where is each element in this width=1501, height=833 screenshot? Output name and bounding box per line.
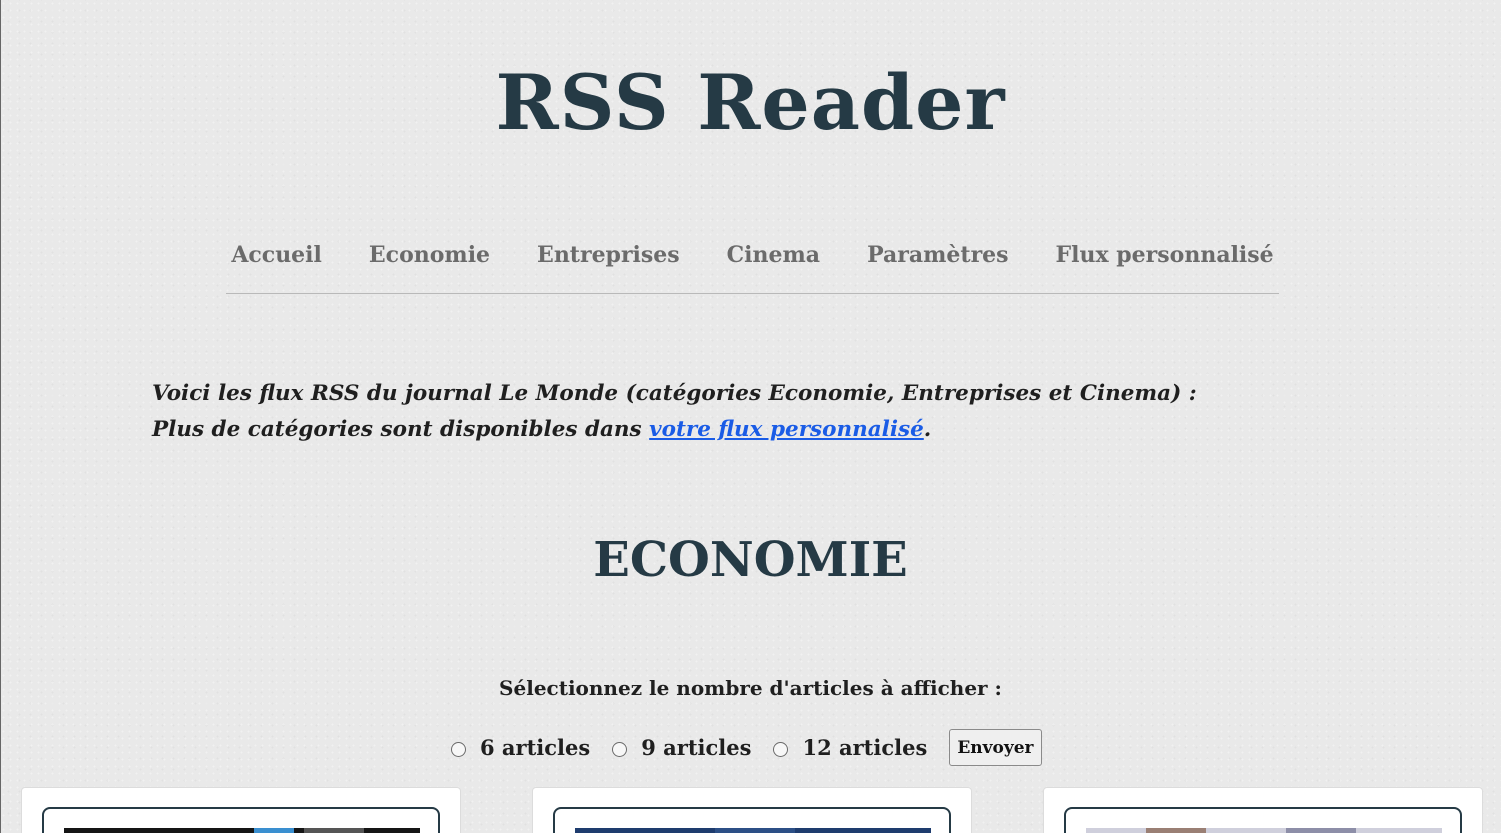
- custom-feed-link[interactable]: votre flux personnalisé: [649, 417, 924, 442]
- intro-text: Voici les flux RSS du journal Le Monde (…: [152, 376, 1302, 448]
- article-card-frame: [553, 807, 951, 833]
- submit-button[interactable]: Envoyer: [949, 729, 1042, 766]
- nav-item-entreprises[interactable]: Entreprises: [537, 236, 680, 293]
- nav-item-cinema[interactable]: Cinema: [727, 236, 820, 293]
- article-card[interactable]: [21, 787, 461, 833]
- option-label: 9 articles: [641, 735, 752, 760]
- nav-item-accueil[interactable]: Accueil: [231, 236, 322, 293]
- article-thumbnail: [64, 828, 420, 833]
- option-label: 6 articles: [480, 735, 591, 760]
- nav-item-flux-personnalise[interactable]: Flux personnalisé: [1056, 236, 1274, 293]
- main-nav: Accueil Economie Entreprises Cinema Para…: [226, 236, 1279, 294]
- option-6-articles[interactable]: 6 articles: [451, 735, 590, 760]
- article-card[interactable]: [532, 787, 972, 833]
- article-count-label: Sélectionnez le nombre d'articles à affi…: [499, 676, 1002, 700]
- article-card-frame: [42, 807, 440, 833]
- intro-line-2-prefix: Plus de catégories sont disponibles dans: [152, 417, 650, 442]
- site-title: RSS Reader: [495, 58, 1006, 147]
- intro-line-2-suffix: .: [923, 417, 932, 442]
- article-thumbnail: [1086, 828, 1442, 833]
- intro-line-2: Plus de catégories sont disponibles dans…: [152, 412, 1302, 448]
- article-thumbnail: [575, 828, 931, 833]
- intro-line-1: Voici les flux RSS du journal Le Monde (…: [152, 381, 1197, 406]
- radio-12-articles[interactable]: [773, 741, 789, 757]
- radio-6-articles[interactable]: [451, 741, 466, 757]
- radio-9-articles[interactable]: [612, 741, 628, 757]
- nav-item-economie[interactable]: Economie: [369, 236, 490, 293]
- article-card[interactable]: [1043, 787, 1483, 833]
- section-title: ECONOMIE: [593, 532, 908, 588]
- article-card-frame: [1064, 807, 1462, 833]
- option-12-articles[interactable]: 12 articles: [773, 735, 927, 760]
- option-9-articles[interactable]: 9 articles: [612, 735, 751, 760]
- option-label: 12 articles: [802, 735, 928, 760]
- article-count-form: 6 articles 9 articles 12 articles Envoye…: [451, 729, 1042, 766]
- nav-item-parametres[interactable]: Paramètres: [867, 236, 1008, 293]
